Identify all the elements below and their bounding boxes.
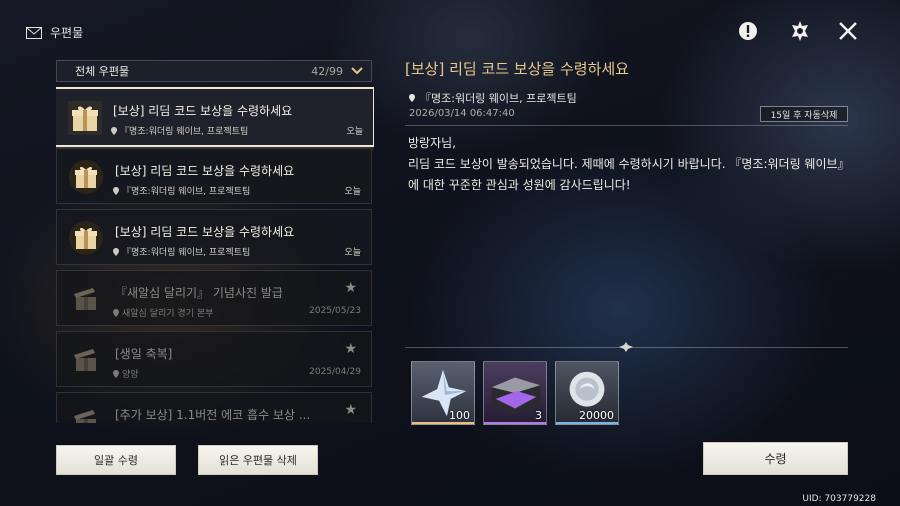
detail-timestamp: 2026/03/14 06:47:40 [409,108,515,119]
reward-item[interactable]: 20000 [555,361,619,425]
claim-all-button[interactable]: 일괄 수령 [56,445,176,475]
location-pin-icon [113,186,119,195]
uid-label: UID: 703779228 [802,494,876,504]
rarity-bar [484,422,546,424]
opened-gift-box-icon [74,349,96,371]
mail-subject: [생일 축복] [115,347,173,361]
filter-label: 전체 우편물 [75,65,130,78]
opened-gift-box-icon [74,288,96,310]
mail-header: 우편물 [26,24,83,41]
mail-sender: 『명조:워더링 웨이브, 프로젝트팀 [111,124,248,137]
detail-body: 방랑자님, 리딤 코드 보상이 발송되었습니다. 제때에 수령하시기 바랍니다.… [408,133,848,196]
reward-quantity: 100 [449,409,470,422]
location-pin-icon [409,94,415,102]
mail-date: 2025/04/29 [309,367,361,377]
mail-filter-dropdown[interactable]: 전체 우편물 42/99 [56,60,372,82]
mail-sender: 『명조:워더링 웨이브, 프로젝트팀 [113,184,250,197]
detail-sender: 『명조:워더링 웨이브, 프로젝트팀 [409,90,577,106]
mail-title: 우편물 [50,26,84,40]
settings-icon[interactable] [788,19,812,43]
star-icon[interactable]: ★ [344,341,357,357]
mail-subject: 『새알심 달리기』 기념사진 발급 [115,286,283,300]
mail-date: 2025/05/23 [309,306,361,316]
delete-read-button[interactable]: 읽은 우편물 삭제 [198,445,318,475]
mail-list[interactable]: [보상] 리딤 코드 보상을 수령하세요 『명조:워더링 웨이브, 프로젝트팀 … [56,87,374,423]
reward-item[interactable]: 3 [483,361,547,425]
chevron-down-icon [351,67,363,75]
rarity-bar [556,422,618,424]
mail-item[interactable]: [보상] 리딤 코드 보상을 수령하세요 『명조:워더링 웨이브, 프로젝트팀 … [56,209,372,265]
mail-subject: [보상] 리딤 코드 보상을 수령하세요 [115,164,295,178]
mail-item-selected[interactable]: [보상] 리딤 코드 보상을 수령하세요 『명조:워더링 웨이브, 프로젝트팀 … [56,87,374,147]
opened-gift-box-icon [74,410,96,423]
location-pin-icon [113,308,119,317]
divider-ornament-icon [619,342,633,352]
star-icon[interactable]: ★ [344,402,357,418]
mail-sender: 『명조:워더링 웨이브, 프로젝트팀 [113,245,250,258]
reward-item[interactable]: 100 [411,361,475,425]
gift-box-icon [69,160,103,194]
mail-subject: [보상] 리딤 코드 보상을 수령하세요 [115,225,295,239]
location-pin-icon [113,247,119,256]
rarity-bar [412,422,474,424]
gift-box-icon [68,101,102,135]
mail-date: 오늘 [344,248,361,258]
mail-item-read[interactable]: [추가 보상] 1.1버전 에코 흡수 보상 ... ★ [56,392,372,423]
location-pin-icon [111,126,117,135]
reward-quantity: 20000 [579,409,614,422]
reward-quantity: 3 [535,409,542,422]
gift-box-icon [69,221,103,255]
location-pin-icon [113,369,119,378]
detail-greeting: 방랑자님, [408,136,456,150]
mail-date: 오늘 [346,127,363,137]
detail-message: 리딤 코드 보상이 발송되었습니다. 제때에 수령하시기 바랍니다. 『명조:워… [408,157,844,192]
expire-badge: 15일 후 자동삭제 [760,106,848,122]
mail-item[interactable]: [보상] 리딤 코드 보상을 수령하세요 『명조:워더링 웨이브, 프로젝트팀 … [56,148,372,204]
mail-subject: [보상] 리딤 코드 보상을 수령하세요 [113,104,293,118]
mail-count: 42/99 [311,64,343,78]
star-icon[interactable]: ★ [344,280,357,296]
detail-divider [405,125,848,126]
claim-button[interactable]: 수령 [703,442,848,475]
mail-sender: 양양 [113,367,139,380]
close-icon[interactable] [836,19,860,43]
notice-icon[interactable] [736,19,760,43]
mail-item-read[interactable]: [생일 축복] ★ 양양 2025/04/29 [56,331,372,387]
mail-subject: [추가 보상] 1.1버전 에코 흡수 보상 ... [115,408,311,422]
envelope-icon [26,26,42,39]
detail-title: [보상] 리딤 코드 보상을 수령하세요 [405,60,629,78]
mail-sender: 새알심 달리기 경기 본부 [113,306,213,319]
mail-date: 오늘 [344,187,361,197]
mail-item-read[interactable]: 『새알심 달리기』 기념사진 발급 ★ 새알심 달리기 경기 본부 2025/0… [56,270,372,326]
